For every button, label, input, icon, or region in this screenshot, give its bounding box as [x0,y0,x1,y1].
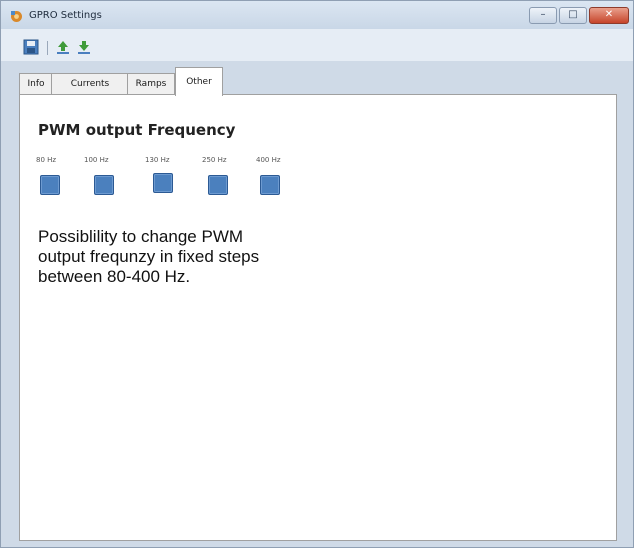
description-line: output frequnzy in fixed steps [38,247,260,266]
tab-label: Info [27,79,45,89]
frequency-checkbox-250[interactable] [208,175,228,195]
frequency-label-250: 250 Hz [202,156,227,164]
upload-icon[interactable] [55,39,71,55]
tab-label: Other [186,77,212,87]
toolbar-separator [47,41,48,55]
frequency-checkbox-80[interactable] [40,175,60,195]
save-icon[interactable] [23,39,39,55]
frequency-checkbox-130[interactable] [153,173,173,193]
tab-other[interactable]: Other [175,67,223,96]
description-line: Possiblility to change PWM [38,227,244,246]
description-text: Possiblility to change PWM output frequn… [38,227,328,287]
close-button[interactable]: ✕ [589,7,629,24]
minimize-icon: – [540,9,546,20]
title-bar[interactable]: GPRO Settings – □ ✕ [1,1,633,29]
tab-ramps[interactable]: Ramps [127,73,175,95]
close-icon: ✕ [604,9,614,20]
minimize-button[interactable]: – [529,7,557,24]
tab-currents[interactable]: Currents [51,73,129,95]
settings-window: GPRO Settings – □ ✕ Info Currents Ramps … [0,0,634,548]
tab-content-other: PWM output Frequency 80 Hz 100 Hz 130 Hz… [19,94,617,541]
window-title: GPRO Settings [29,10,102,21]
frequency-label-130: 130 Hz [145,156,170,164]
tab-label: Currents [70,79,110,89]
frequency-label-100: 100 Hz [84,156,109,164]
tab-label: Ramps [135,79,167,89]
download-icon[interactable] [76,39,92,55]
maximize-icon: □ [568,9,578,20]
section-heading: PWM output Frequency [38,121,236,139]
tab-info[interactable]: Info [19,73,53,95]
frequency-label-80: 80 Hz [36,156,57,164]
window-controls: – □ ✕ [527,7,629,25]
frequency-checkbox-100[interactable] [94,175,114,195]
toolbar [1,29,633,61]
description-line: between 80-400 Hz. [38,267,191,286]
gear-icon [11,11,22,22]
frequency-checkbox-400[interactable] [260,175,280,195]
maximize-button[interactable]: □ [559,7,587,24]
frequency-label-400: 400 Hz [256,156,281,164]
